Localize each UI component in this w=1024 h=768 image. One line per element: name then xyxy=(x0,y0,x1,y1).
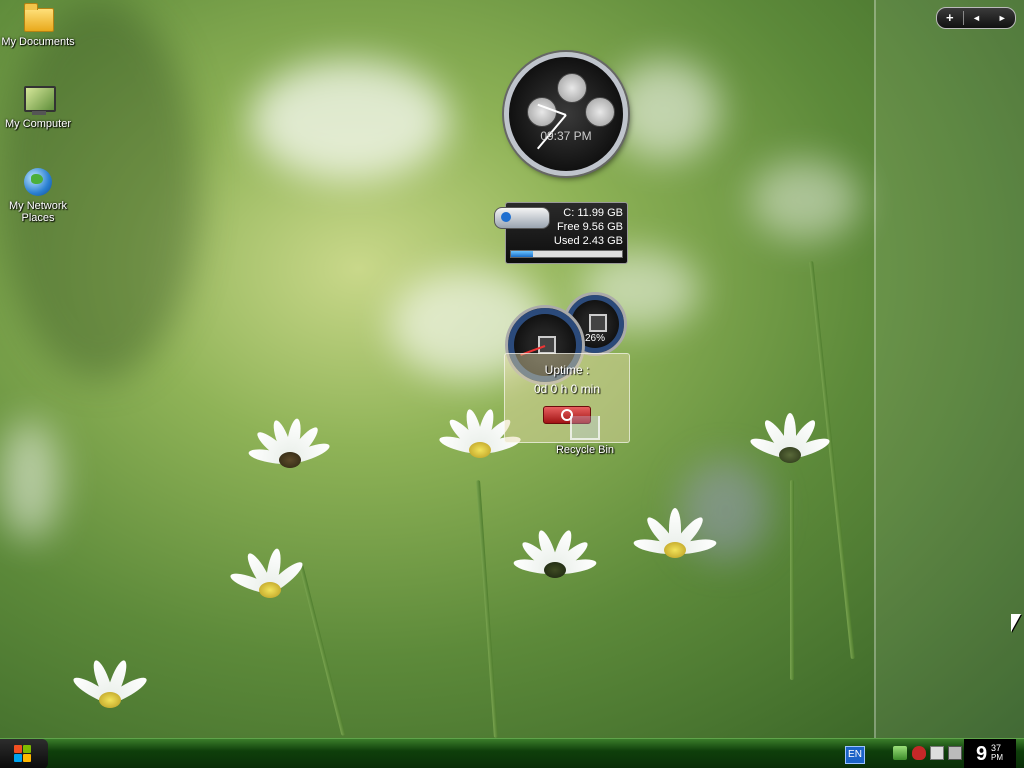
desktop: + ◄ ► My Documents My Computer My Networ… xyxy=(0,0,1024,738)
bokeh-flower xyxy=(250,60,450,180)
bokeh-flower xyxy=(750,160,860,240)
clock-gadget[interactable]: 09:37 PM xyxy=(504,52,628,176)
clock-hour: 9 xyxy=(976,743,988,765)
desktop-icon-label: My Network Places xyxy=(8,200,68,224)
recycle-bin-icon xyxy=(570,416,600,440)
flower-stem xyxy=(790,480,794,680)
tray-device-icon[interactable] xyxy=(948,746,962,760)
network-tray-icon[interactable] xyxy=(893,746,907,760)
drive-usage-bar xyxy=(510,250,623,258)
drive-usage-bar-fill xyxy=(511,251,534,257)
desktop-icon-my-network-places[interactable]: My Network Places xyxy=(0,166,76,224)
tray-app-icon[interactable] xyxy=(930,746,944,760)
drive-capacity-text: C: 11.99 GB xyxy=(563,207,623,219)
network-globe-icon xyxy=(24,168,52,196)
flower-stem xyxy=(298,562,346,736)
bokeh-flower xyxy=(0,420,60,540)
start-button[interactable] xyxy=(0,739,48,768)
clock-subdial xyxy=(527,97,557,127)
memory-chip-icon xyxy=(538,336,556,354)
windows-logo-icon xyxy=(14,745,32,763)
sidebar-divider xyxy=(874,0,876,738)
sidebar-add-gadget-button[interactable]: + xyxy=(937,8,963,28)
sidebar-controls: + ◄ ► xyxy=(936,7,1016,29)
flower-stem xyxy=(476,480,498,738)
cpu-chip-icon xyxy=(589,314,607,332)
clock-subdial xyxy=(585,97,615,127)
taskbar-clock[interactable]: 9 37 PM xyxy=(964,739,1016,768)
clock-minutes: 37 xyxy=(991,743,1002,753)
security-shield-icon[interactable] xyxy=(912,746,926,760)
clock-ampm: PM xyxy=(991,753,1003,762)
computer-icon xyxy=(24,86,56,112)
clock-time-text: 09:37 PM xyxy=(540,129,592,143)
language-indicator[interactable]: EN xyxy=(845,746,865,764)
desktop-icon-my-documents[interactable]: My Documents xyxy=(0,2,76,48)
desktop-icon-recycle-bin[interactable]: Recycle Bin xyxy=(553,416,617,456)
uptime-title: Uptime : xyxy=(544,363,590,377)
drive-free-text: Free 9.56 GB xyxy=(556,221,623,233)
drive-space-gadget[interactable]: C: 11.99 GB Free 9.56 GB Used 2.43 GB xyxy=(494,202,628,264)
sidebar-panel xyxy=(876,0,1024,738)
mouse-cursor-icon xyxy=(1011,614,1021,632)
uptime-value: 0d 0 h 0 min xyxy=(533,382,601,396)
desktop-icon-label: My Computer xyxy=(4,118,72,130)
sidebar-next-button[interactable]: ► xyxy=(989,8,1015,28)
flower-stem xyxy=(809,260,855,660)
desktop-icon-label: Recycle Bin xyxy=(555,444,615,456)
desktop-icon-label: My Documents xyxy=(1,36,75,48)
sidebar-prev-button[interactable]: ◄ xyxy=(964,8,990,28)
hard-drive-icon xyxy=(494,207,550,229)
folder-icon xyxy=(24,3,54,32)
desktop-icon-my-computer[interactable]: My Computer xyxy=(0,84,76,130)
clock-subdial xyxy=(557,73,587,103)
taskbar: EN 9 37 PM xyxy=(0,738,1024,768)
drive-used-text: Used 2.43 GB xyxy=(553,235,623,247)
